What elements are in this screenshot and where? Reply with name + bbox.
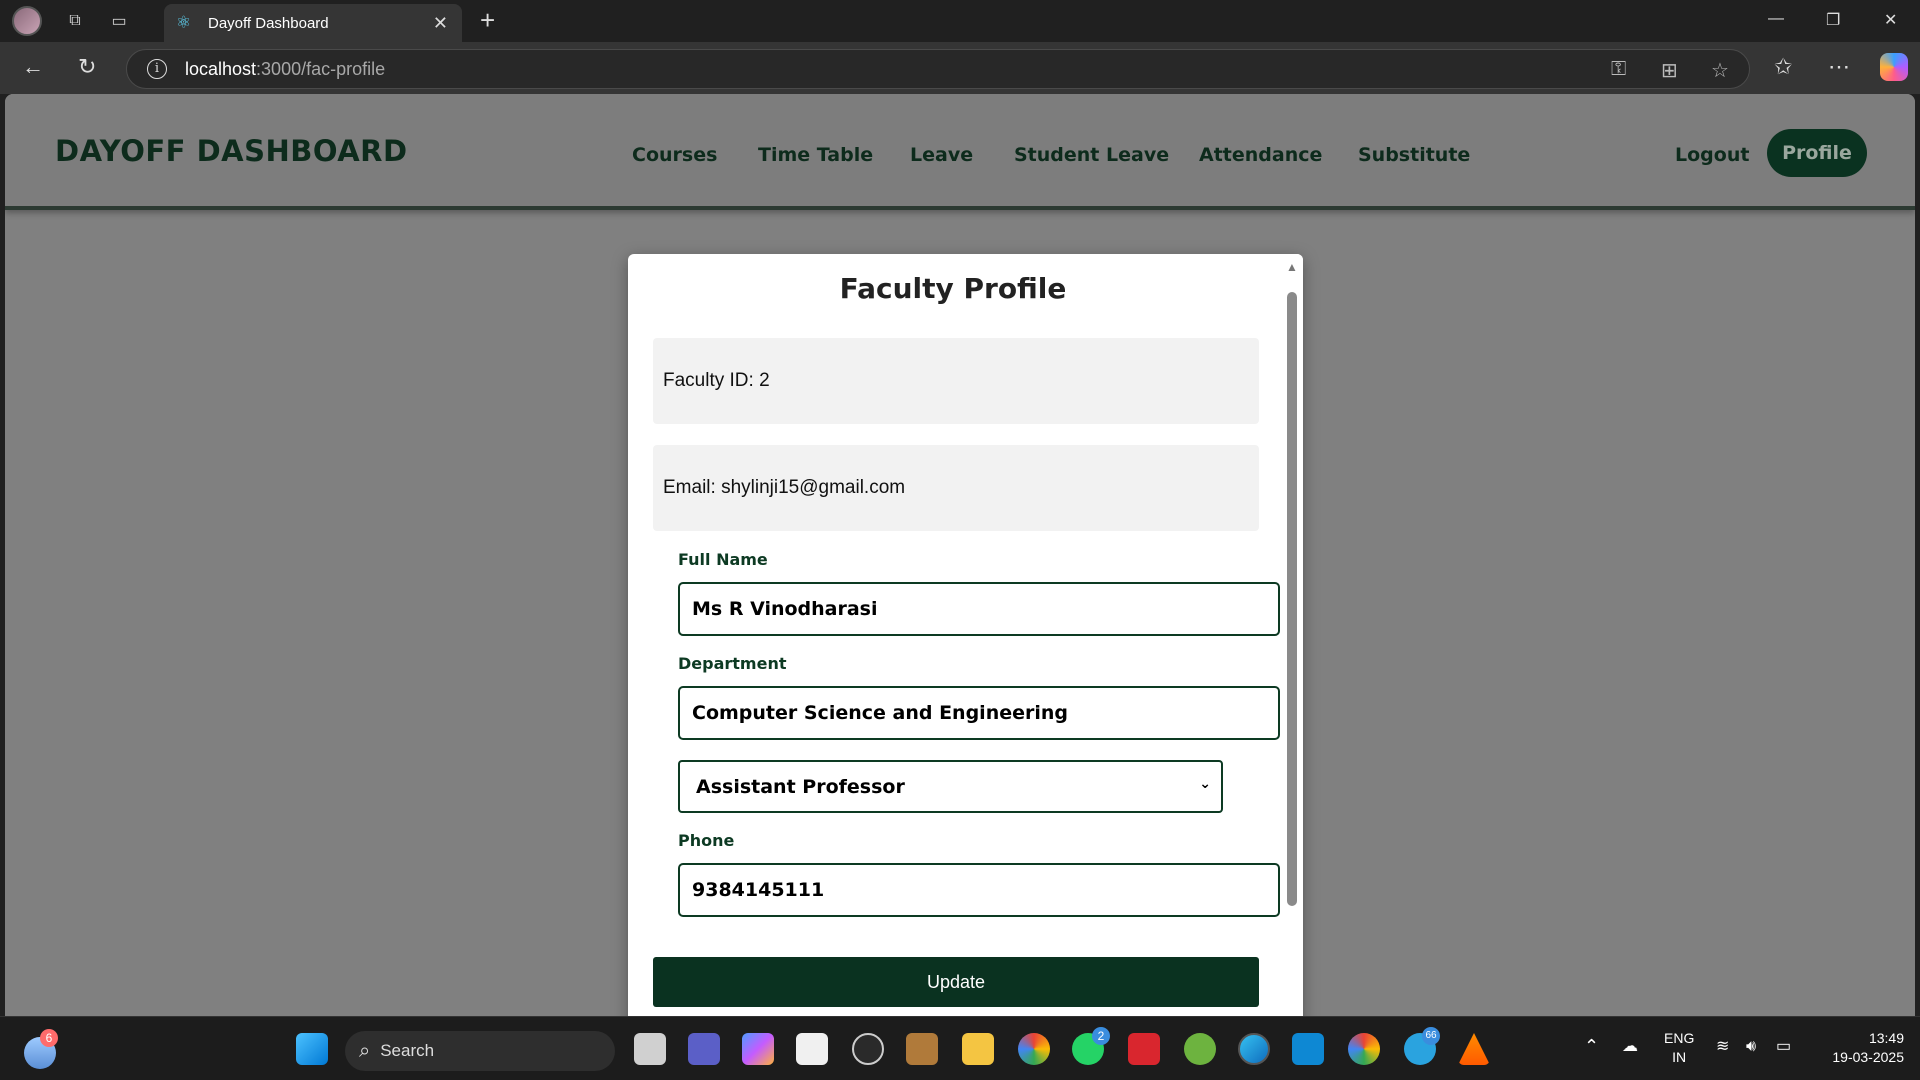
file-explorer-icon[interactable] xyxy=(962,1033,994,1065)
nav-attendance[interactable]: Attendance xyxy=(1199,144,1322,166)
vlc-icon[interactable] xyxy=(1458,1033,1490,1065)
apps-icon[interactable]: ⊞ xyxy=(1661,58,1678,83)
favorites-icon[interactable]: ✩ xyxy=(1774,54,1792,80)
react-favicon-icon: ⚛ xyxy=(176,13,192,32)
chevron-down-icon: ⌄ xyxy=(1199,776,1211,792)
app-header: DAYOFF DASHBOARD Courses Time Table Leav… xyxy=(5,94,1915,210)
phone-label: Phone xyxy=(678,831,735,850)
game-app-icon[interactable] xyxy=(906,1033,938,1065)
search-icon: ⌕ xyxy=(359,1039,371,1062)
update-button[interactable]: Update xyxy=(653,957,1259,1007)
spring-tool-icon[interactable] xyxy=(1184,1033,1216,1065)
tab-close-icon[interactable]: ✕ xyxy=(433,13,448,34)
language-text: ENG xyxy=(1664,1030,1695,1046)
search-placeholder: Search xyxy=(380,1041,435,1060)
new-tab-icon[interactable]: + xyxy=(480,7,495,33)
copilot-icon[interactable] xyxy=(1880,53,1908,81)
profile-button[interactable]: Profile xyxy=(1767,129,1867,177)
url-text: localhost:3000/fac-profile xyxy=(185,58,386,79)
battery-icon[interactable]: ▭ xyxy=(1776,1037,1791,1056)
key-icon[interactable]: ⚿ xyxy=(1611,58,1626,81)
back-icon[interactable]: ← xyxy=(22,54,44,80)
weather-badge: 6 xyxy=(40,1029,58,1047)
whatsapp-badge: 2 xyxy=(1092,1027,1110,1045)
teams-icon[interactable] xyxy=(688,1033,720,1065)
time-text: 13:49 xyxy=(1868,1030,1904,1046)
page-viewport: DAYOFF DASHBOARD Courses Time Table Leav… xyxy=(5,94,1915,1016)
region-text: IN xyxy=(1672,1049,1687,1065)
logout-link[interactable]: Logout xyxy=(1675,144,1749,166)
scrollbar-thumb[interactable] xyxy=(1287,292,1297,906)
copilot-taskbar-icon[interactable] xyxy=(742,1033,774,1065)
chrome-profile-icon[interactable] xyxy=(1348,1033,1380,1065)
refresh-icon[interactable]: ↻ xyxy=(78,54,96,80)
vscode-icon[interactable] xyxy=(1292,1033,1324,1065)
tab-title: Dayoff Dashboard xyxy=(208,14,329,32)
favorite-star-icon[interactable]: ☆ xyxy=(1711,58,1729,83)
dell-icon[interactable] xyxy=(852,1033,884,1065)
full-name-input[interactable]: Ms R Vinodharasi xyxy=(678,582,1280,636)
phone-input[interactable]: 9384145111 xyxy=(678,863,1280,917)
workspaces-icon[interactable]: ⧉ xyxy=(64,10,86,32)
faculty-profile-modal: Faculty Profile Faculty ID: 2 Email: shy… xyxy=(628,254,1303,1016)
restore-icon[interactable]: ❐ xyxy=(1826,10,1840,30)
more-menu-icon[interactable]: ⋯ xyxy=(1828,54,1850,80)
email-box: Email: shylinji15@gmail.com xyxy=(653,445,1259,531)
department-label: Department xyxy=(678,654,787,673)
nav-student-leave[interactable]: Student Leave xyxy=(1014,144,1169,166)
browser-titlebar: ⧉ ▭ ⚛ Dayoff Dashboard ✕ + — ❐ ✕ xyxy=(0,0,1920,42)
language-indicator[interactable]: ENG IN xyxy=(1664,1029,1694,1067)
acrobat-icon[interactable] xyxy=(1128,1033,1160,1065)
modal-title: Faculty Profile xyxy=(839,272,1067,305)
chevron-up-icon[interactable]: ⌃ xyxy=(1584,1037,1599,1056)
profile-avatar[interactable] xyxy=(12,6,42,36)
nav-time-table[interactable]: Time Table xyxy=(758,144,873,166)
brand-title: DAYOFF DASHBOARD xyxy=(55,134,408,168)
telegram-badge: 66 xyxy=(1422,1027,1440,1045)
store-icon[interactable] xyxy=(796,1033,828,1065)
address-toolbar: ← ↻ i localhost:3000/fac-profile ⚿ ⊞ ☆ ✩… xyxy=(0,42,1920,94)
site-info-icon[interactable]: i xyxy=(147,59,167,79)
taskbar-search[interactable]: ⌕ Search xyxy=(345,1031,615,1071)
full-name-label: Full Name xyxy=(678,550,768,569)
designation-select[interactable]: Assistant Professor ⌄ xyxy=(678,760,1223,813)
volume-icon[interactable]: 🔊︎ xyxy=(1746,1037,1756,1056)
browser-tab[interactable]: ⚛ Dayoff Dashboard ✕ xyxy=(164,4,462,42)
chrome-icon[interactable] xyxy=(1018,1033,1050,1065)
clock[interactable]: 13:49 19-03-2025 xyxy=(1812,1029,1904,1067)
scroll-up-icon[interactable]: ▲ xyxy=(1286,260,1298,274)
nav-leave[interactable]: Leave xyxy=(910,144,973,166)
vertical-tabs-icon[interactable]: ▭ xyxy=(108,10,130,32)
designation-value: Assistant Professor xyxy=(696,775,905,798)
wifi-icon[interactable]: ≋ xyxy=(1716,1037,1729,1056)
department-input[interactable]: Computer Science and Engineering xyxy=(678,686,1280,740)
task-view-icon[interactable] xyxy=(634,1033,666,1065)
minimize-icon[interactable]: — xyxy=(1768,10,1784,28)
nav-substitute[interactable]: Substitute xyxy=(1358,144,1470,166)
date-text: 19-03-2025 xyxy=(1832,1049,1904,1065)
faculty-id-box: Faculty ID: 2 xyxy=(653,338,1259,424)
start-icon[interactable] xyxy=(296,1033,328,1065)
address-bar[interactable]: i localhost:3000/fac-profile ⚿ ⊞ ☆ xyxy=(126,49,1750,89)
nav-courses[interactable]: Courses xyxy=(632,144,717,166)
edge-icon[interactable] xyxy=(1238,1033,1270,1065)
onedrive-icon[interactable]: ☁ xyxy=(1622,1037,1638,1056)
window-close-icon[interactable]: ✕ xyxy=(1884,10,1897,30)
windows-taskbar: 6 ⌕ Search 2 66 ⌃ ☁ ENG IN ≋ 🔊︎ ▭ 13:49 … xyxy=(0,1016,1920,1080)
